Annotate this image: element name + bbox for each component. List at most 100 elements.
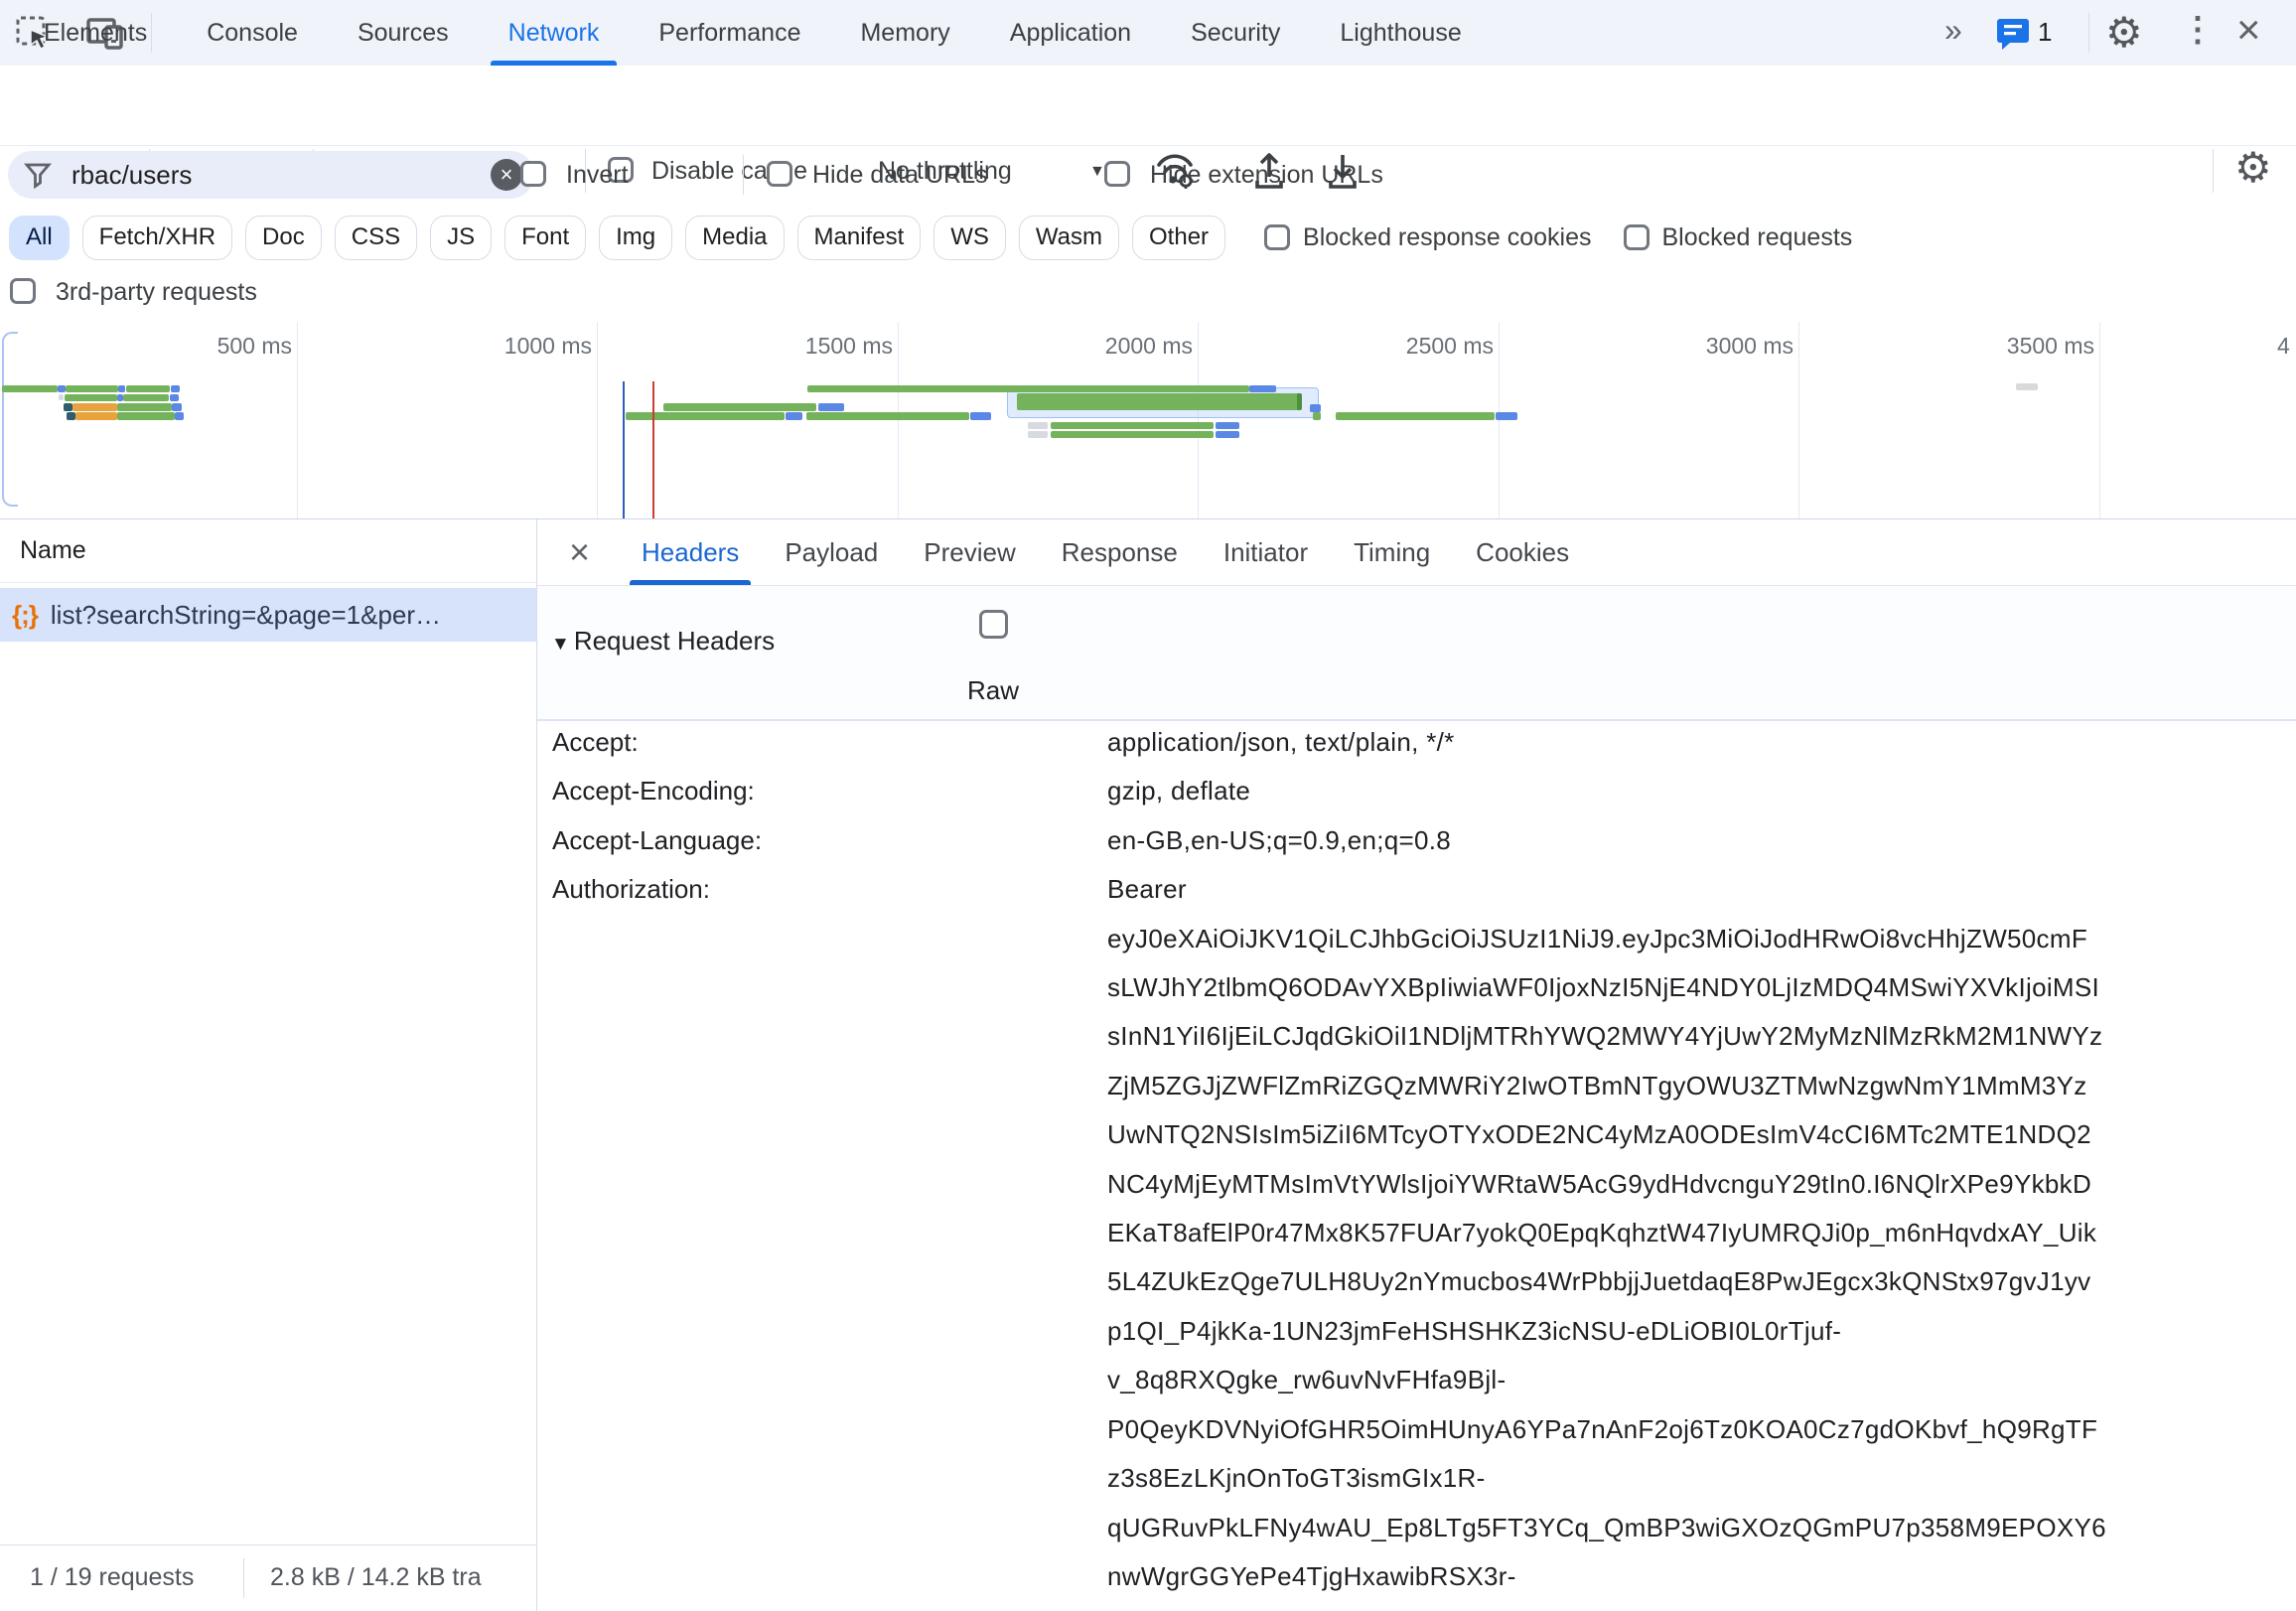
close-details-icon[interactable]: × (569, 534, 590, 570)
clear-filter-icon[interactable]: × (491, 159, 522, 191)
details-tab-initiator[interactable]: Initiator (1223, 519, 1308, 585)
header-value: BearereyJ0eXAiOiJKV1QiLCJhbGciOiJSUzI1Ni… (1107, 865, 2106, 1601)
tab-lighthouse[interactable]: Lighthouse (1336, 0, 1465, 66)
request-name: list?searchString=&page=1&per… (51, 600, 441, 631)
chevron-down-icon[interactable]: ▼ (1089, 163, 1105, 181)
json-file-icon: {;} (12, 600, 38, 631)
type-chip-manifest[interactable]: Manifest (797, 216, 922, 260)
timeline-label: 4 (2277, 333, 2290, 360)
network-settings-gear-icon[interactable]: ⚙ (2234, 147, 2272, 189)
tab-performance[interactable]: Performance (654, 0, 804, 66)
request-row[interactable]: {;} list?searchString=&page=1&per… (0, 588, 536, 642)
details-tab-preview[interactable]: Preview (924, 519, 1015, 585)
raw-headers-checkbox[interactable] (979, 610, 1008, 639)
request-headers-section-header[interactable]: ▼Request Headers Raw (537, 586, 2296, 721)
load-event-marker (652, 381, 654, 518)
waterfall-bar (72, 403, 117, 411)
timeline-label: 1000 ms (504, 333, 592, 360)
overview-window-left-handle[interactable] (2, 332, 18, 507)
waterfall-bar (175, 412, 184, 420)
header-value-line: NC4yMjEyMTMsImVtYWlsIjoiYWRtaW5AcG9ydHdv… (1107, 1160, 2106, 1209)
waterfall-bar (1249, 385, 1276, 392)
header-value-line: sInN1YiI6IjEiLCJqdGkiOiI1NDljMTRhYWQ2MWY… (1107, 1012, 2106, 1061)
header-value-line: Bearer (1107, 865, 2106, 914)
header-value-line: UwNTQ2NSIsIm5iZiI6MTcyOTYxODE2NC4yMzA0OD… (1107, 1110, 2106, 1159)
blocked-response-cookies-label: Blocked response cookies (1303, 223, 1591, 252)
type-chip-doc[interactable]: Doc (245, 216, 322, 260)
waterfall-bar (123, 394, 169, 401)
filter-query-text: rbac/users (72, 160, 192, 191)
blocked-requests-checkbox[interactable] (1624, 224, 1650, 250)
name-column-header[interactable]: Name (0, 519, 536, 583)
type-chip-css[interactable]: CSS (335, 216, 417, 260)
details-tab-cookies[interactable]: Cookies (1476, 519, 1569, 585)
type-chip-img[interactable]: Img (599, 216, 672, 260)
third-party-requests-label: 3rd-party requests (56, 278, 257, 307)
divider (743, 155, 744, 195)
type-chip-font[interactable]: Font (504, 216, 586, 260)
header-value-line: qUGRuvPkLFNy4wAU_Ep8LTg5FT3YCq_QmBP3wiGX… (1107, 1504, 2106, 1552)
header-value-line: gzip, deflate (1107, 767, 1250, 815)
type-chip-all[interactable]: All (9, 216, 70, 260)
timeline-label: 500 ms (217, 333, 292, 360)
network-filter-input[interactable]: rbac/users × (8, 151, 534, 199)
header-value: en-GB,en-US;q=0.9,en;q=0.8 (1107, 816, 1451, 865)
tab-console[interactable]: Console (203, 0, 302, 66)
header-row: Accept-Language:en-GB,en-US;q=0.9,en;q=0… (552, 816, 2296, 865)
hide-extension-urls-checkbox[interactable] (1104, 161, 1130, 187)
issues-count[interactable]: 1 (2038, 17, 2052, 48)
details-tab-list: Headers Payload Preview Response Initiator Ti… (642, 519, 1569, 585)
waterfall-bar (59, 394, 64, 400)
details-tab-payload[interactable]: Payload (785, 519, 878, 585)
tab-sources[interactable]: Sources (354, 0, 453, 66)
waterfall-bar (1297, 393, 1302, 410)
waterfall-bar (1496, 412, 1517, 420)
header-value-line: eyJ0eXAiOiJKV1QiLCJhbGciOiJSUzI1NiJ9.eyJ… (1107, 915, 2106, 963)
issues-icon[interactable] (1996, 16, 2030, 50)
header-name: Accept-Encoding: (552, 767, 1107, 815)
timeline-gridline (1198, 322, 1199, 518)
more-tabs-icon[interactable]: » (1944, 12, 1962, 49)
close-devtools-icon[interactable]: × (2236, 6, 2261, 54)
timeline-gridline (898, 322, 899, 518)
timeline-label: 3000 ms (1706, 333, 1794, 360)
type-chip-fetch-xhr[interactable]: Fetch/XHR (82, 216, 232, 260)
type-chip-wasm[interactable]: Wasm (1019, 216, 1119, 260)
tab-elements[interactable]: Elements (40, 0, 151, 66)
waterfall-bar (65, 394, 117, 401)
type-chip-other[interactable]: Other (1132, 216, 1225, 260)
hide-data-urls-checkbox[interactable] (767, 161, 792, 187)
header-row: Accept-Encoding:gzip, deflate (552, 767, 2296, 815)
header-value-line: sLWJhY2tlbmQ6ODAvYXBpIiwiaWF0IjoxNzI5NjE… (1107, 963, 2106, 1012)
type-chip-media[interactable]: Media (685, 216, 784, 260)
header-value-line: P0QeyKDVNyiOfGHR5OimHUnyA6YPa7nAnF2oj6Tz… (1107, 1405, 2106, 1454)
timeline-label: 3500 ms (2007, 333, 2094, 360)
tab-security[interactable]: Security (1187, 0, 1284, 66)
details-tab-timing[interactable]: Timing (1354, 519, 1430, 585)
settings-gear-icon[interactable]: ⚙ (2105, 12, 2143, 54)
tab-memory[interactable]: Memory (856, 0, 953, 66)
blocked-response-cookies-checkbox[interactable] (1264, 224, 1290, 250)
blocked-requests-group: Blocked requests (1624, 223, 1853, 252)
divider (243, 1558, 244, 1598)
invert-checkbox[interactable] (520, 161, 546, 187)
header-value-line: EKaT8afElP0r47Mx8K57FUAr7yokQ0EpqKqhztW4… (1107, 1209, 2106, 1257)
third-party-requests-checkbox[interactable] (10, 278, 36, 304)
details-tab-response[interactable]: Response (1062, 519, 1178, 585)
header-value-line: application/json, text/plain, */* (1107, 718, 1455, 767)
tab-application[interactable]: Application (1006, 0, 1135, 66)
header-row: Authorization:BearereyJ0eXAiOiJKV1QiLCJh… (552, 865, 2296, 1601)
more-options-icon[interactable]: ⋮ (2181, 10, 2215, 50)
waterfall-bar (626, 412, 785, 420)
network-toolbar: Preserve log Disable cache No throttling… (0, 66, 2296, 146)
devtools-tabbar: Elements Console Sources Network Performance… (0, 0, 2296, 67)
section-title[interactable]: ▼Request Headers (551, 626, 775, 657)
details-tab-headers[interactable]: Headers (642, 519, 739, 585)
waterfall-bar (67, 412, 75, 420)
tab-network[interactable]: Network (504, 0, 604, 66)
network-overview-timeline[interactable]: 500 ms1000 ms1500 ms2000 ms2500 ms3000 m… (0, 322, 2296, 520)
details-tabbar: × Headers Payload Preview Response Initiator… (537, 519, 2296, 586)
type-chip-ws[interactable]: WS (933, 216, 1006, 260)
type-chip-js[interactable]: JS (430, 216, 492, 260)
section-title-text: Request Headers (574, 626, 775, 656)
